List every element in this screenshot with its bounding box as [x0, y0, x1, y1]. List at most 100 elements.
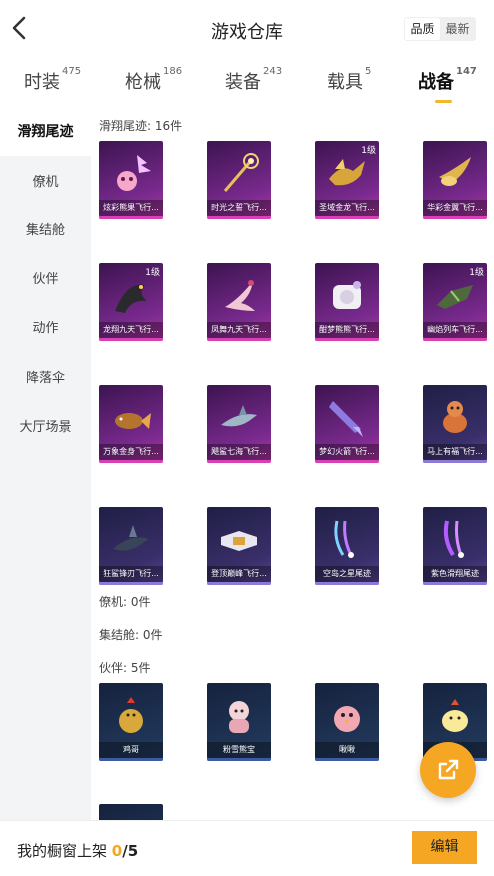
item-name: 啾啾	[315, 742, 379, 758]
item-card[interactable]: 炫彩熊果飞行...	[99, 141, 163, 219]
tab-label: 枪械	[125, 72, 161, 93]
tab-count: 243	[263, 66, 283, 77]
item-card[interactable]: 紫色滑翔尾迹	[423, 507, 487, 585]
item-card[interactable]: 酣梦熊熊飞行...	[315, 263, 379, 341]
item-name: 飓鲨七海飞行...	[207, 444, 271, 460]
item-name: 万象金身飞行...	[99, 444, 163, 460]
golden-fish-icon	[115, 413, 151, 429]
phoenix-icon	[225, 280, 255, 311]
item-name: 幽焰列车飞行...	[423, 322, 487, 338]
share-button[interactable]	[420, 742, 476, 798]
item-name: 华彩金翼飞行...	[423, 200, 487, 216]
item-name: 酣梦熊熊飞行...	[315, 322, 379, 338]
tab-label: 时装	[24, 72, 60, 93]
sort-toggle: 品质 最新	[404, 17, 476, 41]
sidebar-item-partner[interactable]: 伙伴	[0, 256, 91, 304]
item-card[interactable]: 华彩金翼飞行...	[423, 141, 487, 219]
sort-newest-button[interactable]: 最新	[440, 18, 475, 40]
item-name: 凤舞九天飞行...	[207, 322, 271, 338]
top-bar: 游戏仓库 品质 最新	[0, 0, 494, 58]
sleeping-bear-icon	[333, 281, 361, 309]
item-card[interactable]: 狂鲨锋刃飞行...	[99, 507, 163, 585]
showcase-count: 0	[111, 842, 123, 860]
rocket-icon	[329, 401, 363, 437]
item-name: 鸡哥	[99, 742, 163, 758]
sidebar-item-capsule[interactable]: 集结舱	[0, 207, 91, 255]
sidebar-item-parachute[interactable]: 降落伞	[0, 355, 91, 403]
item-grid: 滑翔尾迹: 16件 炫彩熊果飞行... 时光之誓飞行... 1级 圣域金龙飞行.…	[91, 108, 494, 820]
item-card[interactable]: 鸡哥	[99, 683, 163, 761]
item-name: 紫色滑翔尾迹	[423, 566, 487, 582]
item-card[interactable]: 啾啾	[315, 683, 379, 761]
purple-trail-icon	[443, 520, 464, 558]
bear-wing-icon	[117, 155, 151, 191]
tab-battle-prep[interactable]: 战备147	[418, 66, 477, 103]
sort-quality-button[interactable]: 品质	[405, 18, 440, 40]
yellow-chick-icon	[442, 699, 468, 732]
pink-bear-icon	[229, 701, 249, 733]
item-card[interactable]: 飓鲨七海飞行...	[207, 385, 271, 463]
golden-scepter-icon	[223, 153, 259, 192]
item-name: 粉雪熊宝	[207, 742, 271, 758]
tab-count: 5	[365, 66, 372, 77]
item-card[interactable]: 时光之誓飞行...	[207, 141, 271, 219]
tab-fashion[interactable]: 时装475	[24, 66, 82, 94]
tab-guns[interactable]: 枪械186	[125, 66, 183, 94]
item-card[interactable]: 凤舞九天飞行...	[207, 263, 271, 341]
item-name: 炫彩熊果飞行...	[99, 200, 163, 216]
sidebar: 滑翔尾迹 僚机 集结舱 伙伴 动作 降落伞 大厅场景	[0, 108, 91, 828]
section-title-partner: 伙伴: 5件	[99, 661, 151, 675]
item-card[interactable]: 登顶巅峰飞行...	[207, 507, 271, 585]
star-trail-icon	[334, 520, 354, 558]
tab-equipment[interactable]: 装备243	[225, 66, 283, 94]
edit-button[interactable]: 编辑	[412, 831, 477, 864]
sidebar-item-glide-trail[interactable]: 滑翔尾迹	[0, 108, 91, 156]
tab-count: 186	[163, 66, 183, 77]
item-name: 狂鲨锋刃飞行...	[99, 566, 163, 582]
item-name: 梦幻火箭飞行...	[315, 444, 379, 460]
item-name: 空岛之星尾迹	[315, 566, 379, 582]
item-card[interactable]: 粉雪熊宝	[207, 683, 271, 761]
shark-icon	[221, 405, 257, 427]
rooster-icon	[119, 697, 143, 733]
section-title-capsule: 集结舱: 0件	[99, 628, 163, 642]
showcase-total: /5	[122, 842, 139, 860]
pink-chick-icon	[334, 706, 360, 732]
tab-label: 装备	[225, 72, 261, 93]
partner-icon	[107, 812, 155, 820]
tab-count: 147	[456, 66, 477, 77]
sidebar-item-wingman[interactable]: 僚机	[0, 159, 91, 207]
item-card[interactable]: 梦幻火箭飞行...	[315, 385, 379, 463]
item-card[interactable]: 1级 圣域金龙飞行...	[315, 141, 379, 219]
golden-wing-icon	[439, 157, 471, 186]
item-name: 时光之誓飞行...	[207, 200, 271, 216]
item-card[interactable]: 万象金身飞行...	[99, 385, 163, 463]
category-tabs: 时装475 枪械186 装备243 载具5 战备147	[0, 62, 494, 103]
share-out-icon	[438, 759, 459, 780]
golden-dragon-icon	[329, 159, 365, 186]
bottom-bar: 我的橱窗上架 0/5 编辑	[0, 820, 494, 876]
blade-shark-icon	[113, 525, 149, 551]
section-title-glide: 滑翔尾迹: 16件	[99, 119, 183, 133]
black-dragon-icon	[115, 284, 147, 313]
sidebar-item-lobby-scene[interactable]: 大厅场景	[0, 404, 91, 452]
horse-icon	[443, 401, 467, 433]
item-card[interactable]	[99, 804, 163, 820]
item-name: 马上有福飞行...	[423, 444, 487, 460]
item-name: 龙翔九天飞行...	[99, 322, 163, 338]
item-name: 圣域金龙飞行...	[315, 200, 379, 216]
tab-label: 战备	[418, 72, 454, 93]
showcase-label: 我的橱窗上架	[17, 842, 112, 860]
jet-icon	[221, 531, 257, 551]
item-card[interactable]: 马上有福飞行...	[423, 385, 487, 463]
ghost-train-icon	[437, 285, 473, 309]
tab-count: 475	[62, 66, 82, 77]
section-title-wingman: 僚机: 0件	[99, 595, 151, 609]
tab-vehicles[interactable]: 载具5	[327, 66, 372, 94]
tab-label: 载具	[327, 72, 363, 93]
item-name: 登顶巅峰飞行...	[207, 566, 271, 582]
item-card[interactable]: 1级 幽焰列车飞行...	[423, 263, 487, 341]
item-card[interactable]: 空岛之星尾迹	[315, 507, 379, 585]
item-card[interactable]: 1级 龙翔九天飞行...	[99, 263, 163, 341]
sidebar-item-action[interactable]: 动作	[0, 305, 91, 353]
